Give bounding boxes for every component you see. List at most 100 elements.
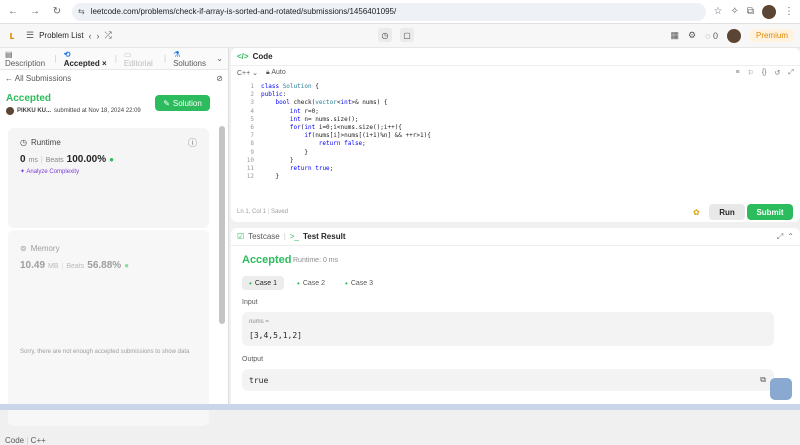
code-line[interactable]: } — [261, 157, 294, 165]
line-number: 12 — [246, 173, 254, 181]
tab-solutions[interactable]: ⚗ Solutions — [173, 50, 209, 68]
memory-card[interactable]: ⊚ Memory 10.49 MB | Beats 56.88% ● — [8, 230, 209, 426]
analyze-complexity-link[interactable]: ✦ Analyze Complexity — [20, 168, 79, 175]
assistant-fab-icon[interactable] — [770, 378, 792, 400]
browser-toolbar: ← → ↻ ⇆ leetcode.com/problems/check-if-a… — [0, 0, 800, 24]
line-number: 1 — [250, 83, 254, 90]
site-info-icon[interactable]: ⇆ — [78, 7, 85, 16]
runtime-label-row: ◷ Runtime — [20, 138, 61, 147]
more-tabs-icon[interactable]: ⌄ — [216, 54, 223, 63]
output-box: true ⧉ — [242, 369, 774, 391]
code-line[interactable]: } — [261, 173, 279, 181]
forward-icon[interactable]: → — [28, 5, 42, 19]
tab-case-1[interactable]: • Case 1 — [242, 276, 284, 290]
pass-dot-icon: • — [297, 278, 300, 288]
code-editor[interactable]: 1 class Solution {2 public: 3 bool check(ve… — [231, 83, 800, 198]
leetcode-logo-icon[interactable]: ʟ — [6, 30, 18, 42]
settings-gear-icon[interactable]: ⚙ — [688, 30, 696, 41]
reset-icon[interactable]: ↺ — [775, 69, 781, 77]
bookmark-icon[interactable]: ⚐ — [748, 69, 754, 77]
reload-icon[interactable]: ↻ — [50, 5, 64, 19]
all-submissions-link[interactable]: ← All Submissions — [5, 74, 71, 83]
badge-icon: ● — [124, 261, 130, 270]
code-line[interactable]: } — [261, 149, 308, 157]
back-icon[interactable]: ← — [6, 5, 20, 19]
tab-editorial[interactable]: ▭ Editorial — [124, 50, 157, 68]
tab-test-result[interactable]: Test Result — [303, 232, 346, 241]
code-line[interactable]: int n= nums.size(); — [261, 116, 359, 124]
left-scrollbar[interactable] — [219, 126, 225, 324]
code-line[interactable]: bool check(vector<int>& nums) { — [261, 99, 387, 107]
solution-button[interactable]: ✎ Solution — [155, 95, 210, 111]
code-line[interactable]: public: — [261, 91, 286, 99]
case-label: Case 1 — [254, 279, 277, 287]
share-link-icon[interactable]: ⊘ — [216, 74, 223, 83]
code-line[interactable]: class Solution { — [261, 83, 319, 91]
code-panel-header: </> Code — [231, 48, 800, 66]
extensions-puzzle-icon[interactable]: ⧉ — [747, 6, 754, 17]
test-result-panel: ☑ Testcase | >_ Test Result ⤢ ⌃ Accepted… — [231, 228, 800, 410]
profile-avatar[interactable] — [762, 4, 776, 19]
runtime-value: 0 — [20, 154, 26, 165]
bookmark-star-icon[interactable]: ☆ — [714, 6, 723, 17]
lock-icon: 🔒︎ — [266, 69, 270, 76]
code-section-header: Code | C++ — [5, 436, 46, 445]
prev-problem-icon[interactable]: ‹ — [89, 31, 92, 41]
language-select[interactable]: C++ ⌄ — [237, 69, 258, 77]
close-tab-icon[interactable]: × — [102, 59, 107, 68]
more-menu-icon[interactable]: ⋮ — [784, 6, 794, 17]
tab-description[interactable]: ▤ Description — [5, 50, 48, 68]
submitted-time: submitted at Nov 18, 2024 22:09 — [54, 108, 141, 114]
submitter-name[interactable]: PIKKU KU... — [17, 108, 51, 114]
next-problem-icon[interactable]: › — [97, 31, 100, 41]
input-value: [3,4,5,1,2] — [249, 331, 302, 340]
submit-button[interactable]: Submit — [747, 204, 793, 220]
line-number: 9 — [250, 148, 254, 156]
layout-grid-icon[interactable]: ▦ — [671, 30, 680, 41]
user-avatar[interactable] — [726, 28, 741, 43]
code-line[interactable]: for(int i=0;i<nums.size();i++){ — [261, 124, 402, 132]
tab-case-2[interactable]: • Case 2 — [290, 276, 332, 290]
address-bar[interactable]: ⇆ leetcode.com/problems/check-if-array-i… — [72, 2, 706, 21]
submission-status: Accepted — [6, 93, 52, 104]
code-line[interactable]: return false; — [261, 140, 366, 148]
streak-counter[interactable]: ◌ 0 — [705, 31, 718, 41]
streak-count: 0 — [712, 30, 718, 41]
lightbulb-icon[interactable]: ✿ — [693, 208, 700, 217]
tab-testcase[interactable]: Testcase — [248, 232, 280, 241]
runtime-card[interactable]: ◷ Runtime ⓘ 0 ms | Beats 100.00% ● ✦ Ana… — [8, 128, 209, 228]
code-editor-panel: </> Code C++ ⌄ 🔒︎ Auto ≡ ⚐ {} ↺ ⤢ 1 class… — [231, 48, 800, 222]
fullscreen-icon[interactable]: ⤢ — [788, 69, 794, 77]
code-label: Code — [5, 436, 25, 445]
problem-list-nav[interactable]: ☰ Problem List ‹ › ⤮ — [26, 30, 112, 41]
premium-button[interactable]: Premium — [749, 29, 794, 42]
line-number: 8 — [250, 140, 254, 148]
timer-icon[interactable]: ◷ — [378, 28, 392, 42]
code-line[interactable]: return true; — [261, 165, 333, 173]
tab-case-3[interactable]: • Case 3 — [338, 276, 380, 290]
code-line[interactable]: if(nums[i]>nums[(i+1)%n] && ++r>1){ — [261, 132, 430, 140]
edit-icon: ✎ — [163, 98, 170, 108]
notes-icon[interactable]: ▢ — [400, 28, 414, 42]
shuffle-icon[interactable]: ⤮ — [105, 30, 112, 41]
result-status: Accepted — [242, 254, 292, 266]
line-number: 5 — [250, 115, 254, 123]
format-icon[interactable]: ≡ — [735, 69, 739, 77]
input-label: Input — [242, 299, 258, 306]
collapse-icon[interactable]: ⌃ — [787, 232, 794, 241]
line-number: 6 — [250, 124, 254, 131]
run-button[interactable]: Run — [709, 204, 745, 220]
tab-accepted[interactable]: ⟲ Accepted × — [64, 50, 108, 68]
analyze-complexity-label: Analyze Complexity — [26, 169, 80, 175]
code-panel-title: Code — [252, 52, 273, 61]
memory-stats: 10.49 MB | Beats 56.88% ● — [20, 260, 130, 271]
info-icon[interactable]: ⓘ — [188, 136, 197, 149]
memory-beats: 56.88% — [87, 260, 122, 271]
extension-icon[interactable]: ✧ — [730, 6, 738, 17]
expand-icon[interactable]: ⤢ — [777, 232, 783, 242]
code-line[interactable]: int r=0; — [261, 108, 319, 116]
copy-icon[interactable]: ⧉ — [760, 375, 766, 385]
braces-icon[interactable]: {} — [762, 69, 767, 77]
input-box: nums = [3,4,5,1,2] — [242, 312, 774, 346]
auto-mode[interactable]: 🔒︎ Auto — [266, 69, 286, 77]
